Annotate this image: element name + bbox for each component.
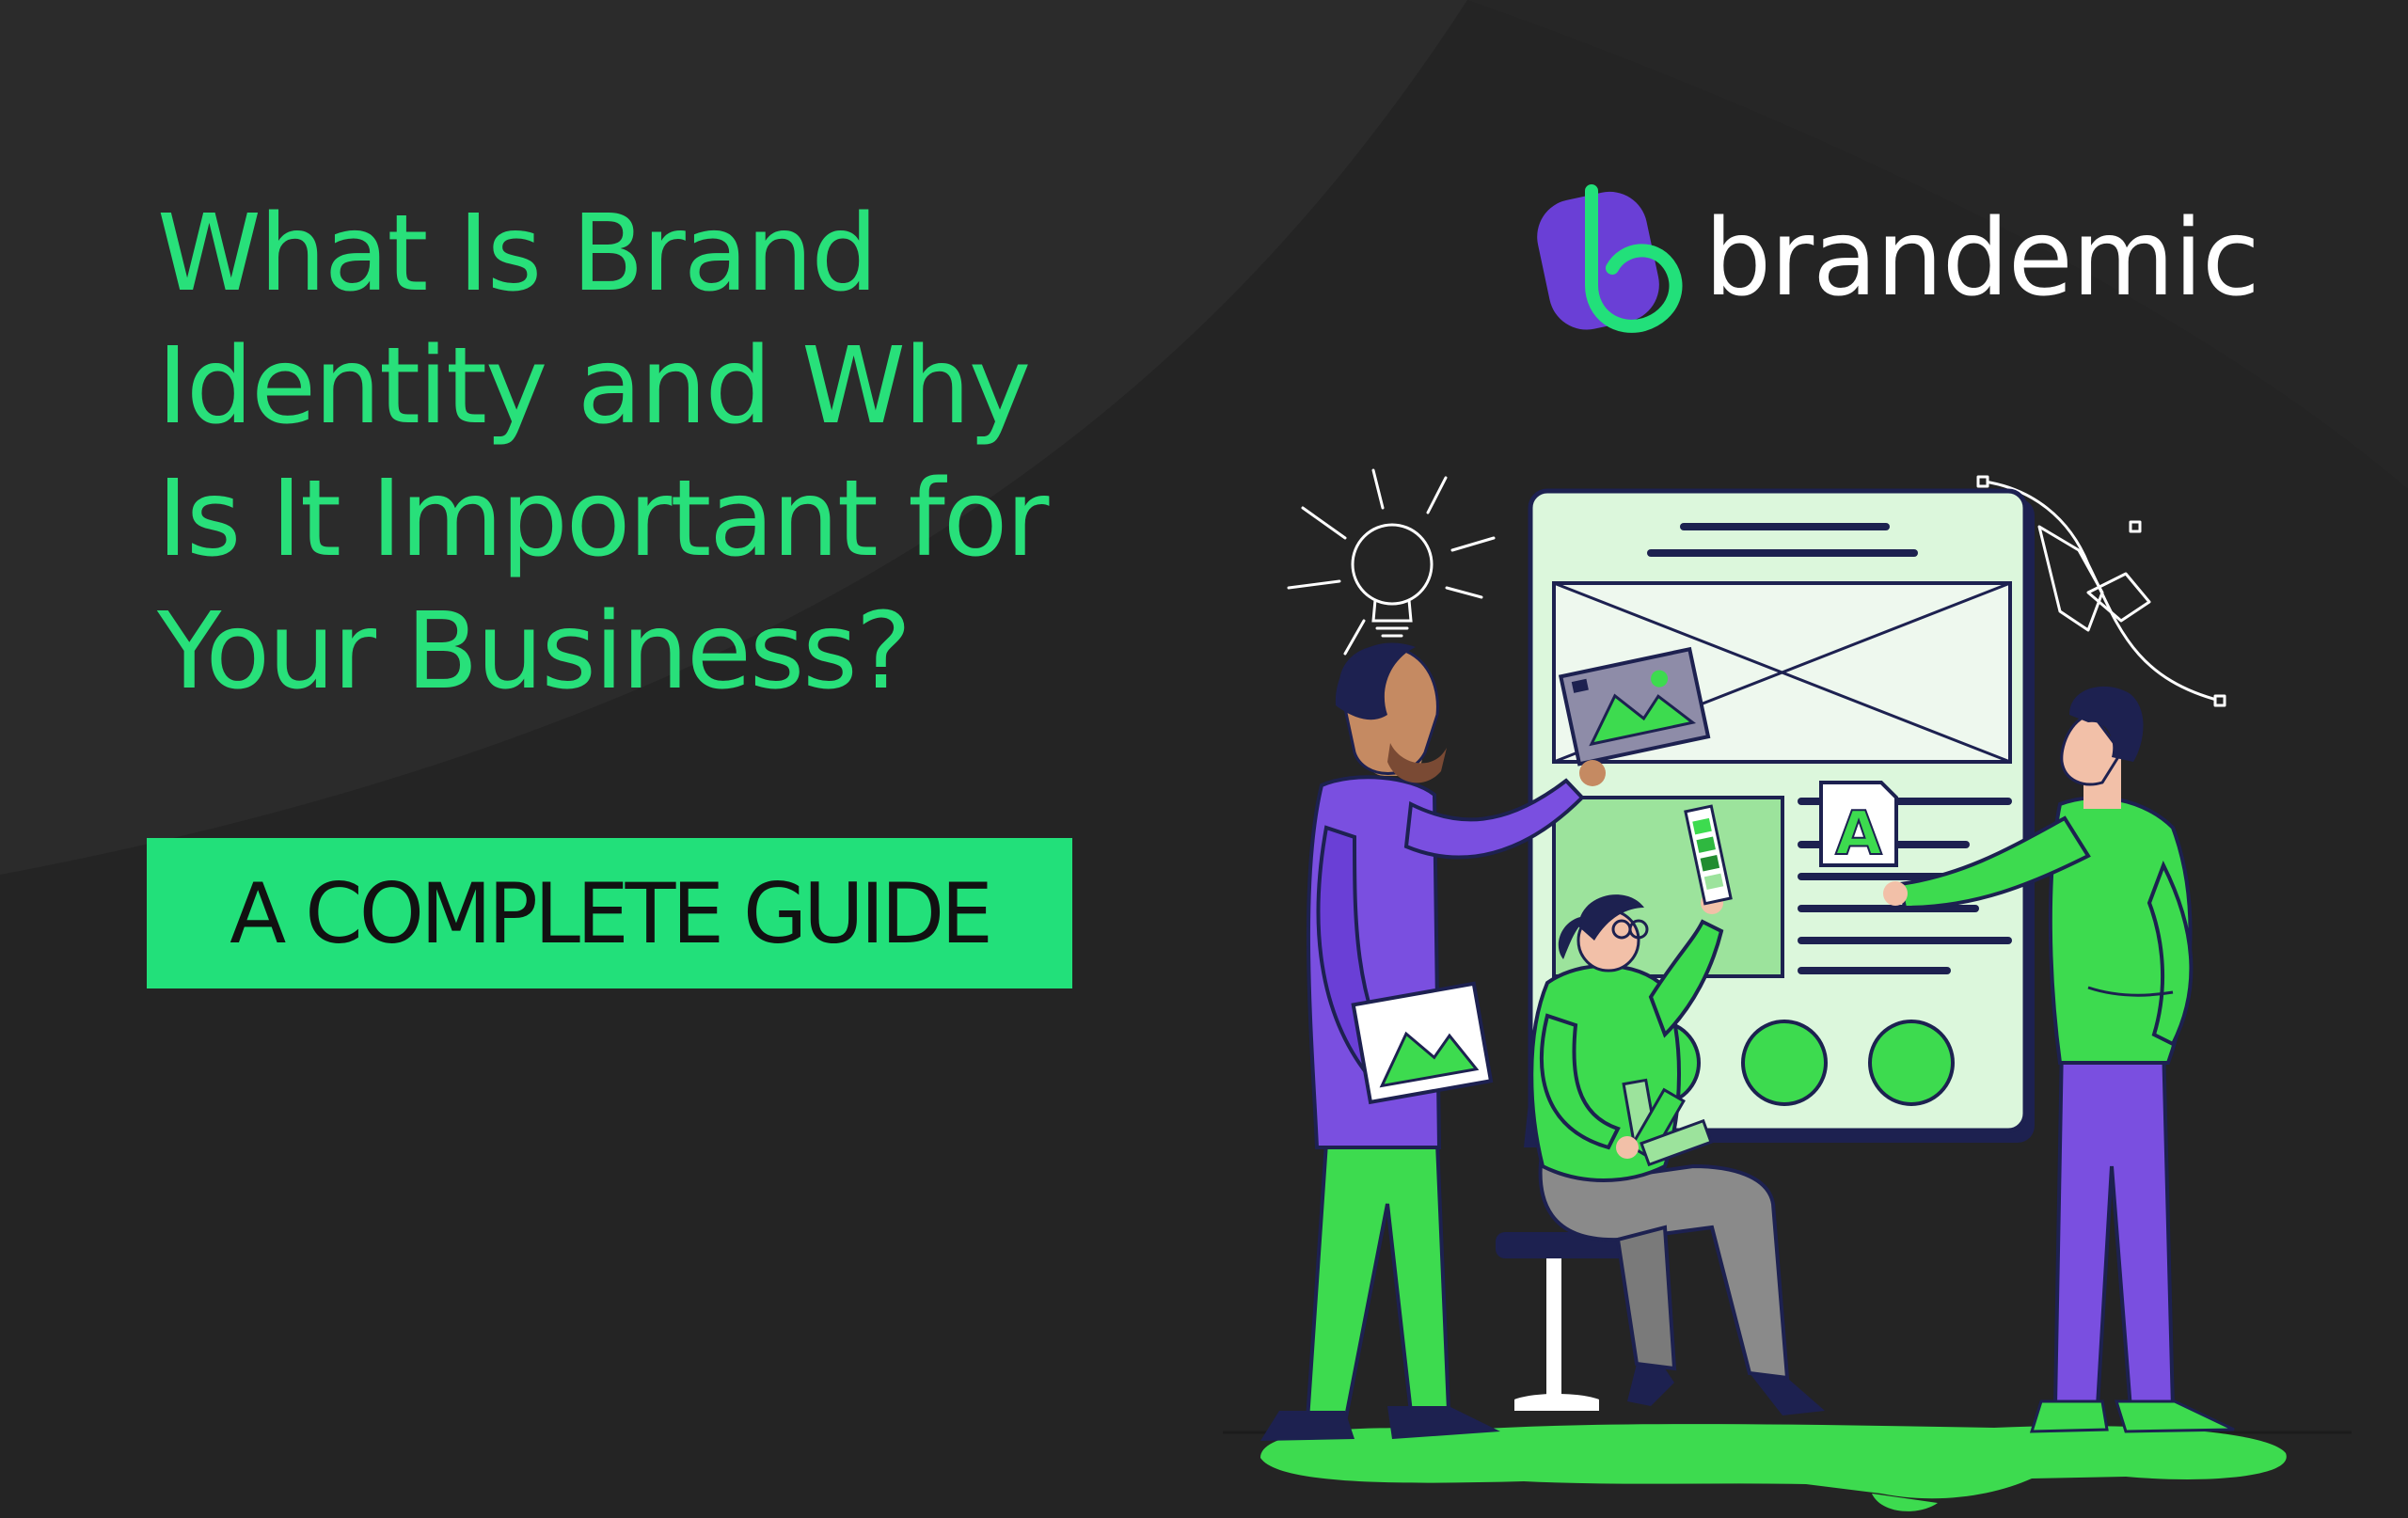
guide-badge: A COMPLETE GUIDE [147,838,1072,988]
lightbulb-icon [1287,468,1496,656]
headline-line: Is It Important for [157,458,1049,580]
headline: What Is Brand Identity and Why Is It Imp… [157,188,1049,719]
brand-logo: brandemic [1533,174,2260,343]
picture-frame [1351,981,1494,1105]
headline-line: What Is Brand [157,193,878,315]
banner: What Is Brand Identity and Why Is It Imp… [0,0,2408,1518]
brand-name: brandemic [1704,198,2260,320]
headline-line: Your Business? [157,591,911,713]
team-illustration: A [1223,468,2352,1511]
letter-poster-glyph: A [1835,799,1882,869]
headline-line: Identity and Why [157,325,1031,448]
letter-poster: A [1819,781,1898,870]
brand-logo-icon [1537,184,1683,333]
guide-badge-label: A COMPLETE GUIDE [230,864,993,962]
